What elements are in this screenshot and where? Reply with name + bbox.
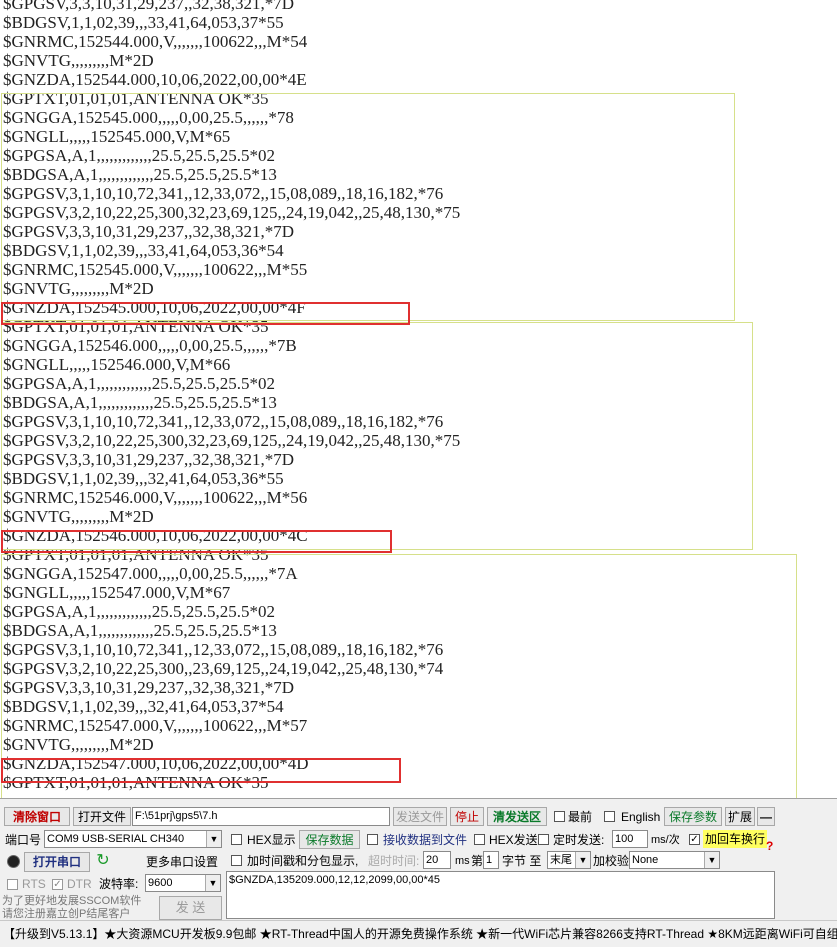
send-text-area[interactable]: $GNZDA,135209.000,12,12,2099,00,00*45 (226, 871, 775, 919)
status-bar-text: 【升级到V5.13.1】★大资源MCU开发板9.9包邮 ★RT-Thread中国… (3, 927, 837, 941)
control-panel: 清除窗口 打开文件 F:\51prj\gps5\7.h 发送文件 停止 清发送区… (0, 798, 837, 921)
english-label: English (621, 810, 661, 824)
baud-label: 波特率: (99, 877, 139, 891)
timer-interval-input[interactable]: 100 (612, 830, 648, 848)
terminal-line: $BDGSV,1,1,02,39,,,33,41,64,053,37*55 (3, 13, 284, 32)
receive-terminal[interactable]: $GPGSV,3,3,10,31,29,237,,32,38,321,*7D $B… (0, 0, 837, 798)
timed-send-checkbox[interactable] (538, 834, 549, 845)
timer-unit-label: ms/次 (651, 834, 680, 846)
byte-from-input[interactable]: 1 (483, 851, 499, 869)
file-path-field[interactable]: F:\51prj\gps5\7.h (132, 807, 390, 826)
hex-send-checkbox[interactable] (474, 834, 485, 845)
timeout-unit-label: ms (455, 855, 470, 867)
timestamp-label: 加时间戳和分包显示, (247, 854, 359, 868)
baud-value: 9600 (148, 877, 173, 889)
add-crlf-checkbox[interactable]: ✓ (689, 834, 700, 845)
topmost-label: 最前 (568, 810, 593, 824)
port-value: COM9 USB-SERIAL CH340 (47, 833, 185, 845)
recv-to-file-checkbox[interactable] (367, 834, 378, 845)
save-data-button[interactable]: 保存数据 (299, 830, 360, 849)
checksum-select[interactable]: None ▼ (629, 851, 720, 869)
chevron-down-icon: ▼ (575, 852, 590, 868)
save-params-button[interactable]: 保存参数 (664, 807, 722, 826)
terminal-line: $GNRMC,152544.000,V,,,,,,,100622,,,M*54 (3, 32, 308, 51)
help-icon[interactable]: ? (766, 839, 773, 853)
expand-button[interactable]: 扩展 (725, 807, 755, 826)
open-file-button[interactable]: 打开文件 (73, 807, 131, 826)
rts-label: RTS (22, 877, 46, 891)
promo-text: 为了更好地发展SSCOM软件 请您注册嘉立创P结尾客户 (2, 895, 142, 920)
port-select[interactable]: COM9 USB-SERIAL CH340 ▼ (44, 830, 222, 848)
terminal-line: $GNVTG,,,,,,,,,M*2D (3, 51, 154, 70)
chevron-down-icon: ▼ (704, 852, 719, 868)
refresh-icon[interactable]: ↻ (94, 852, 112, 870)
port-label: 端口号 (5, 833, 42, 847)
checksum-label: 加校验 (593, 854, 630, 868)
gnzda-highlight-2 (1, 530, 392, 553)
nmea-block-highlight-2 (1, 322, 753, 550)
dtr-checkbox[interactable]: ✓ (52, 879, 63, 890)
status-bar: 【升级到V5.13.1】★大资源MCU开发板9.9包邮 ★RT-Thread中国… (0, 920, 837, 947)
byte-to-label: 字节 至 (502, 854, 542, 868)
nmea-block-highlight-1 (1, 93, 735, 321)
timeout-input[interactable]: 20 (423, 851, 451, 869)
checksum-value: None (632, 854, 659, 866)
open-port-button[interactable]: 打开串口 (24, 852, 90, 872)
port-status-icon (7, 855, 20, 868)
gnzda-highlight-1 (1, 302, 410, 325)
collapse-button[interactable]: — (757, 807, 775, 826)
hex-display-checkbox[interactable] (231, 834, 242, 845)
hex-display-label: HEX显示 (247, 833, 296, 847)
terminal-line: $GNZDA,152544.000,10,06,2022,00,00*4E (3, 70, 307, 89)
byte-prefix-label: 第 (471, 854, 484, 868)
send-file-button[interactable]: 发送文件 (393, 807, 447, 826)
topmost-checkbox[interactable] (554, 811, 565, 822)
rts-checkbox[interactable] (7, 879, 18, 890)
byte-to-select[interactable]: 末尾 ▼ (547, 851, 591, 869)
hex-send-label: HEX发送 (489, 833, 538, 847)
clear-window-button[interactable]: 清除窗口 (4, 807, 70, 826)
timed-send-label: 定时发送: (553, 833, 605, 847)
chevron-down-icon: ▼ (205, 875, 220, 891)
stop-button[interactable]: 停止 (450, 807, 484, 826)
timestamp-checkbox[interactable] (231, 855, 242, 866)
english-checkbox[interactable] (604, 811, 615, 822)
terminal-line: $GPGSV,3,3,10,31,29,237,,32,38,321,*7D (3, 0, 295, 13)
clear-send-area-button[interactable]: 清发送区 (487, 807, 547, 826)
more-port-settings-link[interactable]: 更多串口设置 (146, 854, 218, 870)
baud-select[interactable]: 9600 ▼ (145, 874, 221, 892)
timeout-label: 超时时间: (368, 854, 420, 868)
byte-to-value: 末尾 (550, 854, 572, 866)
gnzda-highlight-3 (1, 758, 401, 783)
chevron-down-icon: ▼ (206, 831, 221, 847)
send-button[interactable]: 发 送 (159, 896, 222, 920)
recv-to-file-label[interactable]: 接收数据到文件 (383, 832, 467, 848)
add-crlf-label: 加回车换行 (703, 830, 768, 848)
dtr-label: DTR (67, 877, 92, 891)
